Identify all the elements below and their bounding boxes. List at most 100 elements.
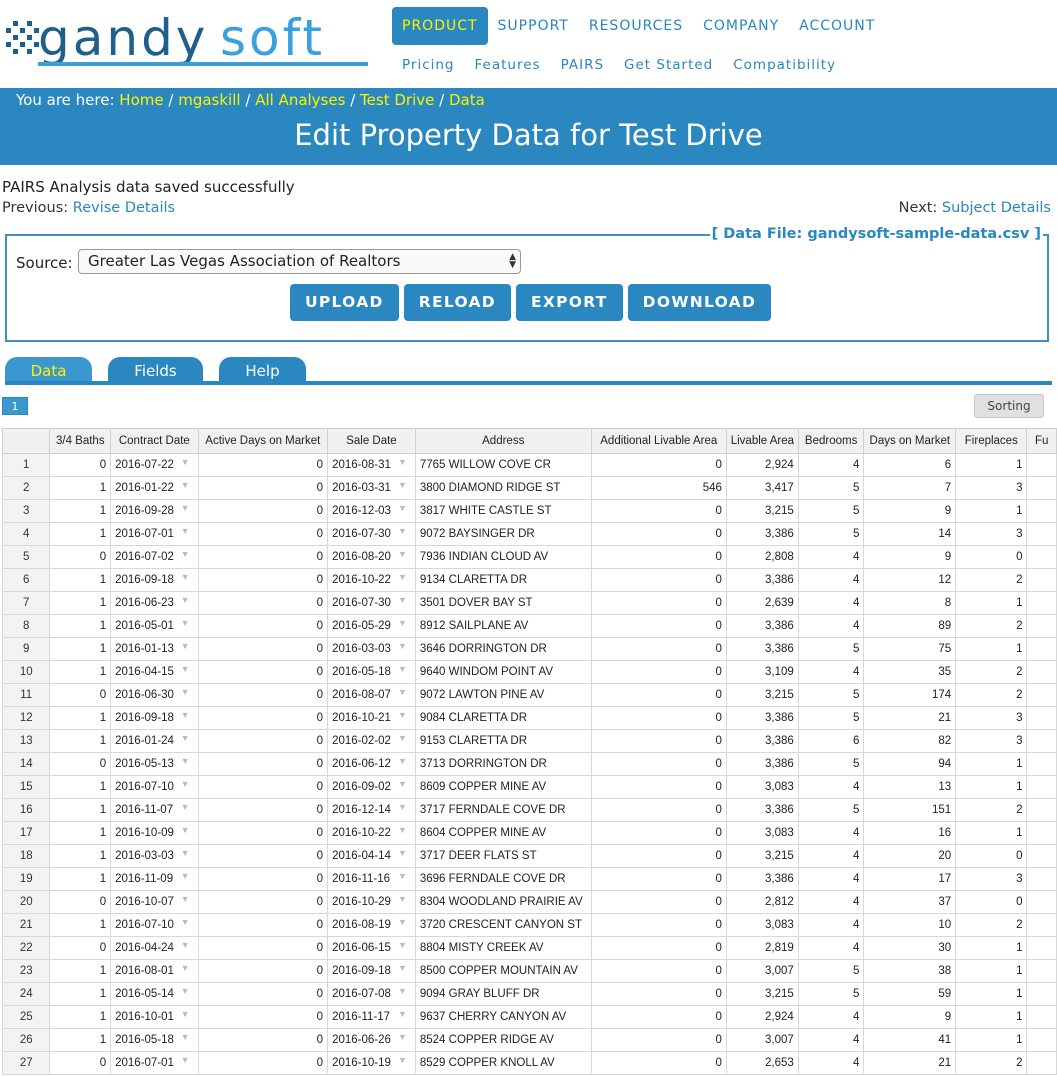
table-cell[interactable]: 6	[797, 729, 865, 753]
row-number[interactable]: 27	[1, 1051, 51, 1075]
column-header[interactable]: Active Days on Market	[197, 428, 329, 454]
date-dropdown-icon[interactable]: ▼	[181, 871, 190, 881]
table-cell[interactable]	[1026, 660, 1057, 684]
table-cell[interactable]: 2016-05-18 ▼	[327, 660, 416, 684]
date-dropdown-icon[interactable]: ▼	[398, 618, 407, 628]
table-cell[interactable]: 41	[863, 1028, 957, 1052]
table-cell[interactable]: 3,386	[725, 614, 799, 638]
table-cell[interactable]: 0	[197, 821, 329, 845]
table-cell[interactable]: 0	[590, 844, 727, 868]
table-cell[interactable]: 4	[797, 614, 865, 638]
table-cell[interactable]: 8304 WOODLAND PRAIRIE AV	[414, 890, 592, 914]
date-dropdown-icon[interactable]: ▼	[181, 733, 190, 743]
table-cell[interactable]: 0	[197, 752, 329, 776]
table-cell[interactable]: 2016-10-22 ▼	[327, 568, 416, 592]
table-cell[interactable]: 0	[590, 522, 727, 546]
table-cell[interactable]: 9640 WINDOM POINT AV	[414, 660, 592, 684]
row-number[interactable]: 4	[1, 522, 51, 546]
table-cell[interactable]: 2016-02-02 ▼	[327, 729, 416, 753]
table-cell[interactable]: 0	[590, 706, 727, 730]
table-cell[interactable]: 2016-09-18 ▼	[327, 959, 416, 983]
table-cell[interactable]: 3,386	[725, 798, 799, 822]
sorting-button[interactable]: Sorting	[974, 394, 1044, 418]
table-cell[interactable]	[1026, 844, 1057, 868]
table-cell[interactable]: 2016-03-31 ▼	[327, 476, 416, 500]
date-dropdown-icon[interactable]: ▼	[181, 526, 190, 536]
table-cell[interactable]: 3,083	[725, 913, 799, 937]
table-cell[interactable]: 8609 COPPER MINE AV	[414, 775, 592, 799]
table-cell[interactable]: 0	[197, 936, 329, 960]
table-cell[interactable]: 3501 DOVER BAY ST	[414, 591, 592, 615]
table-cell[interactable]: 5	[797, 683, 865, 707]
table-cell[interactable]: 3	[955, 867, 1028, 891]
table-cell[interactable]: 1	[955, 775, 1028, 799]
table-cell[interactable]: 5	[797, 637, 865, 661]
table-cell[interactable]: 2	[955, 913, 1028, 937]
table-cell[interactable]: 5	[797, 982, 865, 1006]
table-cell[interactable]: 0	[590, 1005, 727, 1029]
table-cell[interactable]: 0	[197, 591, 329, 615]
table-cell[interactable]: 0	[590, 1051, 727, 1075]
table-cell[interactable]: 0	[197, 729, 329, 753]
table-cell[interactable]: 3,386	[725, 867, 799, 891]
table-cell[interactable]: 3,007	[725, 1028, 799, 1052]
table-cell[interactable]: 0	[590, 1028, 727, 1052]
table-cell[interactable]: 3	[955, 729, 1028, 753]
table-cell[interactable]: 0	[590, 683, 727, 707]
table-cell[interactable]: 2016-06-26 ▼	[327, 1028, 416, 1052]
table-cell[interactable]: 2016-12-03 ▼	[327, 499, 416, 523]
table-cell[interactable]: 3,083	[725, 775, 799, 799]
row-number[interactable]: 10	[1, 660, 51, 684]
table-cell[interactable]: 8500 COPPER MOUNTAIN AV	[414, 959, 592, 983]
table-cell[interactable]: 3,007	[725, 959, 799, 983]
table-cell[interactable]: 21	[863, 706, 957, 730]
row-number[interactable]: 25	[1, 1005, 51, 1029]
table-cell[interactable]: 0	[590, 591, 727, 615]
date-dropdown-icon[interactable]: ▼	[181, 480, 190, 490]
table-cell[interactable]: 8804 MISTY CREEK AV	[414, 936, 592, 960]
tab-data[interactable]: Data	[5, 357, 92, 383]
data-file-legend[interactable]: [ Data File: gandysoft-sample-data.csv ]	[709, 226, 1043, 242]
date-dropdown-icon[interactable]: ▼	[181, 779, 190, 789]
date-dropdown-icon[interactable]: ▼	[181, 917, 190, 927]
table-cell[interactable]: 2016-07-02 ▼	[110, 545, 199, 569]
table-cell[interactable]: 2016-09-02 ▼	[327, 775, 416, 799]
table-cell[interactable]: 4	[797, 775, 865, 799]
table-cell[interactable]: 1	[49, 821, 112, 845]
table-cell[interactable]: 2,812	[725, 890, 799, 914]
row-number[interactable]: 1	[1, 453, 51, 477]
table-cell[interactable]: 1	[955, 591, 1028, 615]
table-cell[interactable]: 14	[863, 522, 957, 546]
table-cell[interactable]: 9072 LAWTON PINE AV	[414, 683, 592, 707]
table-cell[interactable]: 3800 DIAMOND RIDGE ST	[414, 476, 592, 500]
breadcrumb-user[interactable]: mgaskill	[178, 91, 240, 109]
table-cell[interactable]: 1	[49, 660, 112, 684]
table-cell[interactable]: 0	[197, 614, 329, 638]
row-number[interactable]: 21	[1, 913, 51, 937]
table-cell[interactable]: 9134 CLARETTA DR	[414, 568, 592, 592]
table-cell[interactable]: 546	[590, 476, 727, 500]
row-number[interactable]: 6	[1, 568, 51, 592]
table-cell[interactable]: 1	[49, 522, 112, 546]
table-cell[interactable]: 2,808	[725, 545, 799, 569]
table-cell[interactable]: 9	[863, 545, 957, 569]
table-cell[interactable]: 10	[863, 913, 957, 937]
table-cell[interactable]: 3717 DEER FLATS ST	[414, 844, 592, 868]
table-cell[interactable]: 7765 WILLOW COVE CR	[414, 453, 592, 477]
table-cell[interactable]: 0	[590, 959, 727, 983]
row-number[interactable]: 8	[1, 614, 51, 638]
export-button[interactable]: EXPORT	[515, 284, 623, 321]
table-cell[interactable]: 2016-10-01 ▼	[110, 1005, 199, 1029]
table-cell[interactable]: 2016-01-13 ▼	[110, 637, 199, 661]
date-dropdown-icon[interactable]: ▼	[181, 641, 190, 651]
table-cell[interactable]: 0	[49, 545, 112, 569]
row-number[interactable]: 19	[1, 867, 51, 891]
table-cell[interactable]	[1026, 637, 1057, 661]
table-cell[interactable]: 0	[197, 1005, 329, 1029]
table-cell[interactable]: 0	[590, 752, 727, 776]
column-header[interactable]: Fireplaces	[955, 428, 1028, 454]
row-number[interactable]: 12	[1, 706, 51, 730]
table-cell[interactable]: 2	[955, 660, 1028, 684]
table-cell[interactable]: 2016-10-19 ▼	[327, 1051, 416, 1075]
table-cell[interactable]: 2016-10-09 ▼	[110, 821, 199, 845]
